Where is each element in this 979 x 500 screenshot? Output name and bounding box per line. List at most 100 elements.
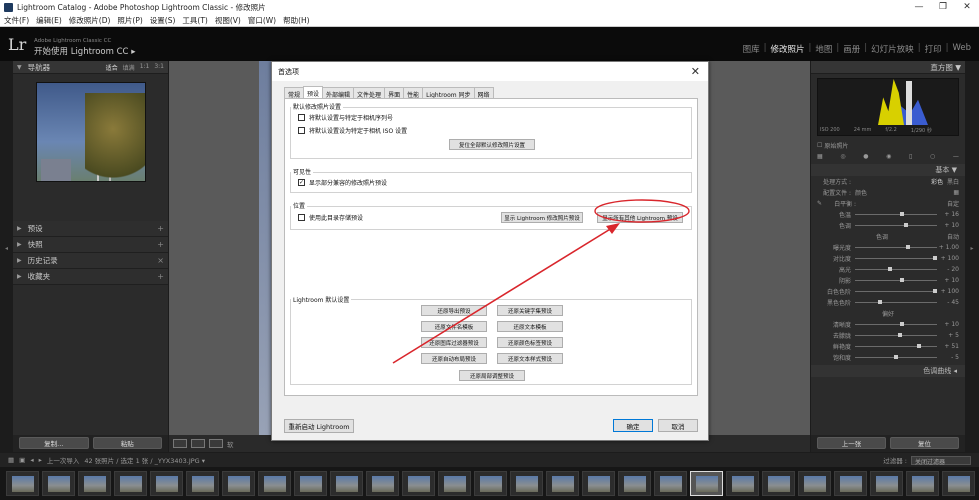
collections-section[interactable]: ▶ 收藏夹 + bbox=[13, 269, 168, 285]
iso-default-checkbox[interactable]: 将默认设置设为特定于相机 ISO 设置 bbox=[298, 126, 407, 135]
source-label[interactable]: 上一次导入 bbox=[47, 455, 80, 465]
presets-section[interactable]: ▶ 预设 + bbox=[13, 221, 168, 237]
add-snapshot-icon[interactable]: + bbox=[157, 240, 164, 249]
slider-track[interactable] bbox=[855, 278, 937, 282]
slider-track[interactable] bbox=[855, 344, 937, 348]
treatment-color[interactable]: 彩色 bbox=[855, 177, 943, 186]
filmstrip-thumbnail[interactable] bbox=[114, 471, 147, 496]
snapshots-section[interactable]: ▶ 快照 + bbox=[13, 237, 168, 253]
filmstrip-thumbnail[interactable] bbox=[618, 471, 651, 496]
restore-library-filter-presets-button[interactable]: 还原图库过滤器预设 bbox=[421, 337, 487, 348]
restore-keyword-set-presets-button[interactable]: 还原关键字集预设 bbox=[497, 305, 563, 316]
reset-button[interactable]: 复位 bbox=[890, 437, 959, 449]
ok-button[interactable]: 确定 bbox=[613, 419, 653, 432]
slider-knob[interactable] bbox=[894, 355, 899, 359]
forward-icon[interactable]: ▸ bbox=[39, 456, 42, 464]
module-map[interactable]: 地图 bbox=[815, 43, 832, 55]
menu-file[interactable]: 文件(F) bbox=[4, 15, 29, 26]
filmstrip-thumbnail[interactable] bbox=[870, 471, 903, 496]
filmstrip-thumbnail[interactable] bbox=[150, 471, 183, 496]
module-book[interactable]: 画册 bbox=[843, 43, 860, 55]
filmstrip-thumbnail[interactable] bbox=[582, 471, 615, 496]
slider-knob[interactable] bbox=[905, 245, 910, 249]
slider-track[interactable] bbox=[855, 223, 937, 227]
profile-browser-icon[interactable]: ▦ bbox=[953, 189, 959, 196]
restore-text-style-presets-button[interactable]: 还原文本样式预设 bbox=[497, 353, 563, 364]
filmstrip-thumbnail[interactable] bbox=[726, 471, 759, 496]
slider-track[interactable] bbox=[855, 355, 937, 359]
slider-knob[interactable] bbox=[887, 267, 892, 271]
module-print[interactable]: 打印 bbox=[925, 43, 942, 55]
history-section[interactable]: ▶ 历史记录 × bbox=[13, 253, 168, 269]
restore-text-templates-button[interactable]: 还原文本模板 bbox=[497, 321, 563, 332]
minimize-button[interactable]: — bbox=[907, 2, 931, 12]
graduated-filter-icon[interactable]: ▯ bbox=[909, 153, 912, 160]
tone-curve-header[interactable]: 色调曲线 ◂ bbox=[811, 365, 965, 377]
slider-knob[interactable] bbox=[900, 212, 905, 216]
slider-value[interactable]: + 10 bbox=[937, 277, 959, 284]
filmstrip-thumbnail[interactable] bbox=[474, 471, 507, 496]
slider-knob[interactable] bbox=[904, 223, 909, 227]
filmstrip-thumbnail[interactable] bbox=[186, 471, 219, 496]
filmstrip-thumbnail[interactable] bbox=[654, 471, 687, 496]
menu-window[interactable]: 窗口(W) bbox=[248, 15, 276, 26]
filmstrip-thumbnail[interactable] bbox=[906, 471, 939, 496]
filmstrip-thumbnail[interactable] bbox=[42, 471, 75, 496]
dialog-close-icon[interactable]: ✕ bbox=[691, 65, 700, 78]
menu-view[interactable]: 视图(V) bbox=[215, 15, 241, 26]
filmstrip-thumbnail[interactable] bbox=[294, 471, 327, 496]
histogram-header[interactable]: 直方图 ▼ bbox=[811, 61, 965, 74]
copy-settings-button[interactable]: 复制... bbox=[19, 437, 89, 449]
slider-track[interactable] bbox=[855, 212, 937, 216]
previous-button[interactable]: 上一张 bbox=[817, 437, 886, 449]
slider-track[interactable] bbox=[855, 245, 937, 249]
menu-tools[interactable]: 工具(T) bbox=[182, 15, 207, 26]
cancel-button[interactable]: 取消 bbox=[658, 419, 698, 432]
filmstrip-thumbnail[interactable] bbox=[942, 471, 975, 496]
filmstrip-thumbnail[interactable] bbox=[6, 471, 39, 496]
reset-all-defaults-button[interactable]: 复位全部默认修改照片设置 bbox=[449, 139, 535, 150]
grid-icon[interactable]: ▦ bbox=[8, 456, 14, 464]
slider-track[interactable] bbox=[855, 300, 937, 304]
basic-header[interactable]: 基本 ▼ bbox=[811, 164, 965, 176]
identity-big-text[interactable]: 开始使用 Lightroom CC ▸ bbox=[34, 45, 135, 57]
filmstrip-thumbnail[interactable] bbox=[258, 471, 291, 496]
menu-edit[interactable]: 编辑(E) bbox=[36, 15, 62, 26]
grid-tool-icon[interactable]: ▦ bbox=[817, 153, 823, 160]
slider-value[interactable]: + 10 bbox=[937, 321, 959, 328]
paste-settings-button[interactable]: 粘贴 bbox=[92, 437, 162, 449]
filmstrip-thumbnail[interactable] bbox=[798, 471, 831, 496]
module-develop[interactable]: 修改照片 bbox=[771, 43, 805, 55]
filmstrip-thumbnail[interactable] bbox=[546, 471, 579, 496]
tone-auto-button[interactable]: 自动 bbox=[947, 232, 959, 241]
slider-knob[interactable] bbox=[932, 256, 937, 260]
show-all-presets-button[interactable]: 显示所有其他 Lightroom 预设 bbox=[597, 212, 683, 223]
add-preset-icon[interactable]: + bbox=[157, 224, 164, 233]
filmstrip-thumbnail[interactable] bbox=[366, 471, 399, 496]
menu-help[interactable]: 帮助(H) bbox=[283, 15, 310, 26]
restore-auto-layout-presets-button[interactable]: 还原自动布局预设 bbox=[421, 353, 487, 364]
restore-local-adjustment-presets-button[interactable]: 还原局部调整预设 bbox=[459, 370, 525, 381]
left-panel-toggle[interactable]: ◂ bbox=[0, 61, 13, 435]
filmstrip-thumbnail[interactable] bbox=[834, 471, 867, 496]
loupe-view-icon[interactable] bbox=[173, 439, 187, 448]
slider-value[interactable]: + 100 bbox=[937, 288, 959, 295]
treatment-bw[interactable]: 黑白 bbox=[947, 177, 959, 186]
redeye-icon[interactable]: ◉ bbox=[886, 153, 891, 160]
slider-knob[interactable] bbox=[900, 322, 905, 326]
filter-select[interactable]: 关闭过滤器 bbox=[911, 455, 971, 466]
slider-value[interactable]: - 20 bbox=[937, 266, 959, 273]
slider-track[interactable] bbox=[855, 289, 937, 293]
restore-color-label-presets-button[interactable]: 还原颜色标签预设 bbox=[497, 337, 563, 348]
slider-value[interactable]: + 10 bbox=[937, 222, 959, 229]
filmstrip-thumbnail[interactable] bbox=[438, 471, 471, 496]
add-collection-icon[interactable]: + bbox=[157, 272, 164, 281]
store-presets-with-catalog-checkbox[interactable]: 使用此目录存储预设 bbox=[298, 213, 363, 222]
show-partially-compatible-checkbox[interactable]: ✓ 显示部分兼容的修改照片预设 bbox=[298, 178, 387, 187]
filmstrip-thumbnail[interactable] bbox=[78, 471, 111, 496]
close-window-button[interactable]: ✕ bbox=[955, 2, 979, 12]
zoom-1-1[interactable]: 1:1 bbox=[140, 63, 150, 72]
filmstrip-thumbnail[interactable] bbox=[510, 471, 543, 496]
zoom-fill[interactable]: 填满 bbox=[123, 63, 135, 72]
zoom-3-1[interactable]: 3:1 bbox=[154, 63, 164, 72]
